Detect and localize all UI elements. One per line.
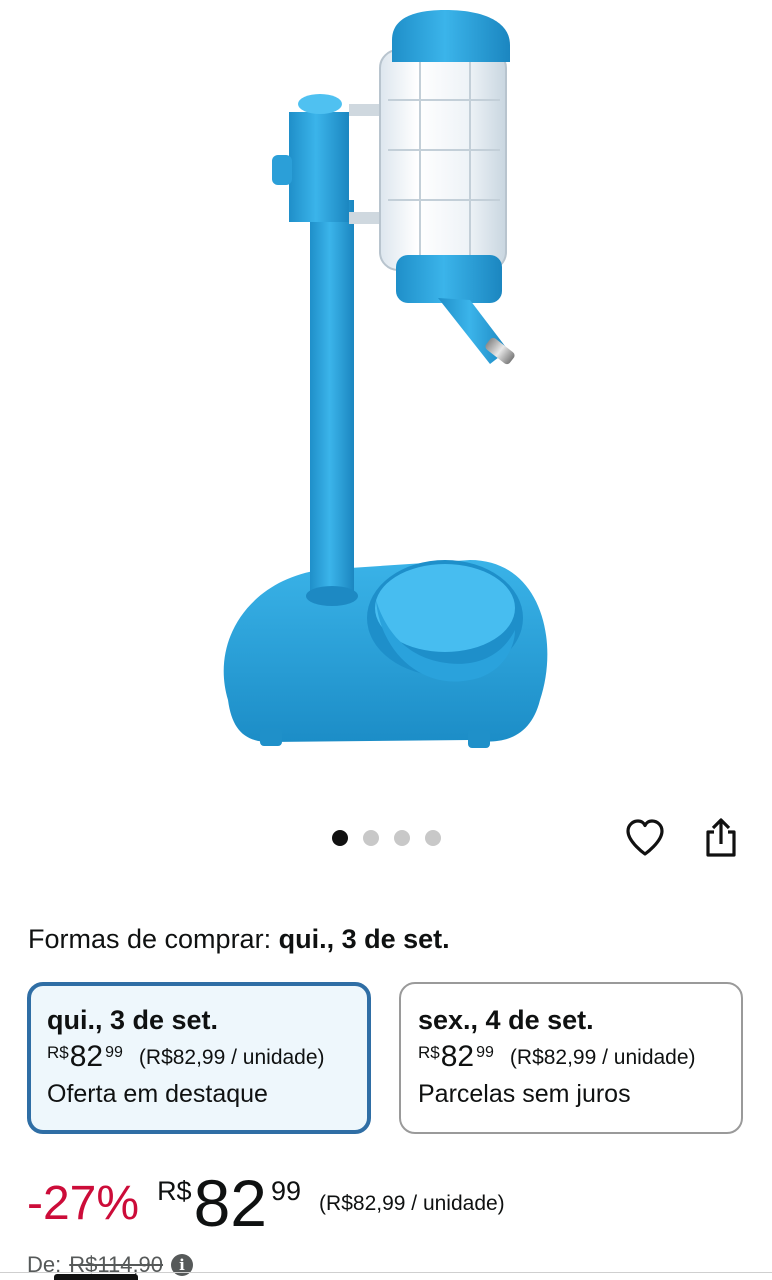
unit-price: (R$82,99 / unidade) (138, 1046, 325, 1069)
product-image[interactable] (0, 0, 772, 800)
home-indicator (54, 1274, 138, 1280)
buying-options-heading: Formas de comprar: qui., 3 de set. (28, 924, 450, 955)
main-price: -27% R$ 82 99 (R$82,99 / unidade) (27, 1170, 505, 1236)
price-fraction: 99 (271, 1176, 302, 1206)
favorite-button[interactable] (622, 815, 668, 861)
price-currency: R$ (418, 1043, 440, 1062)
discount-percent: -27% (27, 1177, 140, 1230)
product-page: Formas de comprar: qui., 3 de set. qui.,… (0, 0, 772, 1280)
option-price: R$ 82 99 (R$82,99 / unidade) (47, 1042, 351, 1072)
option-note: Parcelas sem juros (418, 1080, 631, 1108)
price-currency: R$ (47, 1043, 69, 1062)
option-note: Oferta em destaque (47, 1080, 268, 1108)
share-button[interactable] (698, 815, 744, 861)
unit-price: (R$82,99 / unidade) (509, 1046, 696, 1069)
share-icon (706, 818, 736, 857)
option-price: R$ 82 99 (R$82,99 / unidade) (418, 1042, 725, 1072)
delivery-option-card[interactable]: sex., 4 de set. R$ 82 99 (R$82,99 / unid… (399, 982, 743, 1134)
heart-icon (626, 819, 664, 856)
delivery-date: qui., 3 de set. (47, 1005, 219, 1035)
carousel-dot[interactable] (332, 830, 348, 846)
carousel-dot[interactable] (363, 830, 379, 846)
delivery-date: sex., 4 de set. (418, 1005, 594, 1035)
carousel-dot[interactable] (394, 830, 410, 846)
divider (0, 1272, 772, 1273)
price-whole: 82 (193, 1166, 267, 1240)
price-whole: 82 (69, 1040, 104, 1073)
carousel-dot[interactable] (425, 830, 441, 846)
image-carousel-dots[interactable] (332, 830, 441, 846)
price-currency: R$ (157, 1176, 192, 1206)
price-fraction: 99 (476, 1044, 494, 1061)
price-fraction: 99 (105, 1044, 123, 1061)
buying-options-date: qui., 3 de set. (278, 924, 450, 954)
buying-options-label: Formas de comprar: (28, 924, 272, 954)
price-whole: 82 (440, 1040, 475, 1073)
delivery-option-card-selected[interactable]: qui., 3 de set. R$ 82 99 (R$82,99 / unid… (27, 982, 371, 1134)
unit-price: (R$82,99 / unidade) (319, 1192, 505, 1215)
